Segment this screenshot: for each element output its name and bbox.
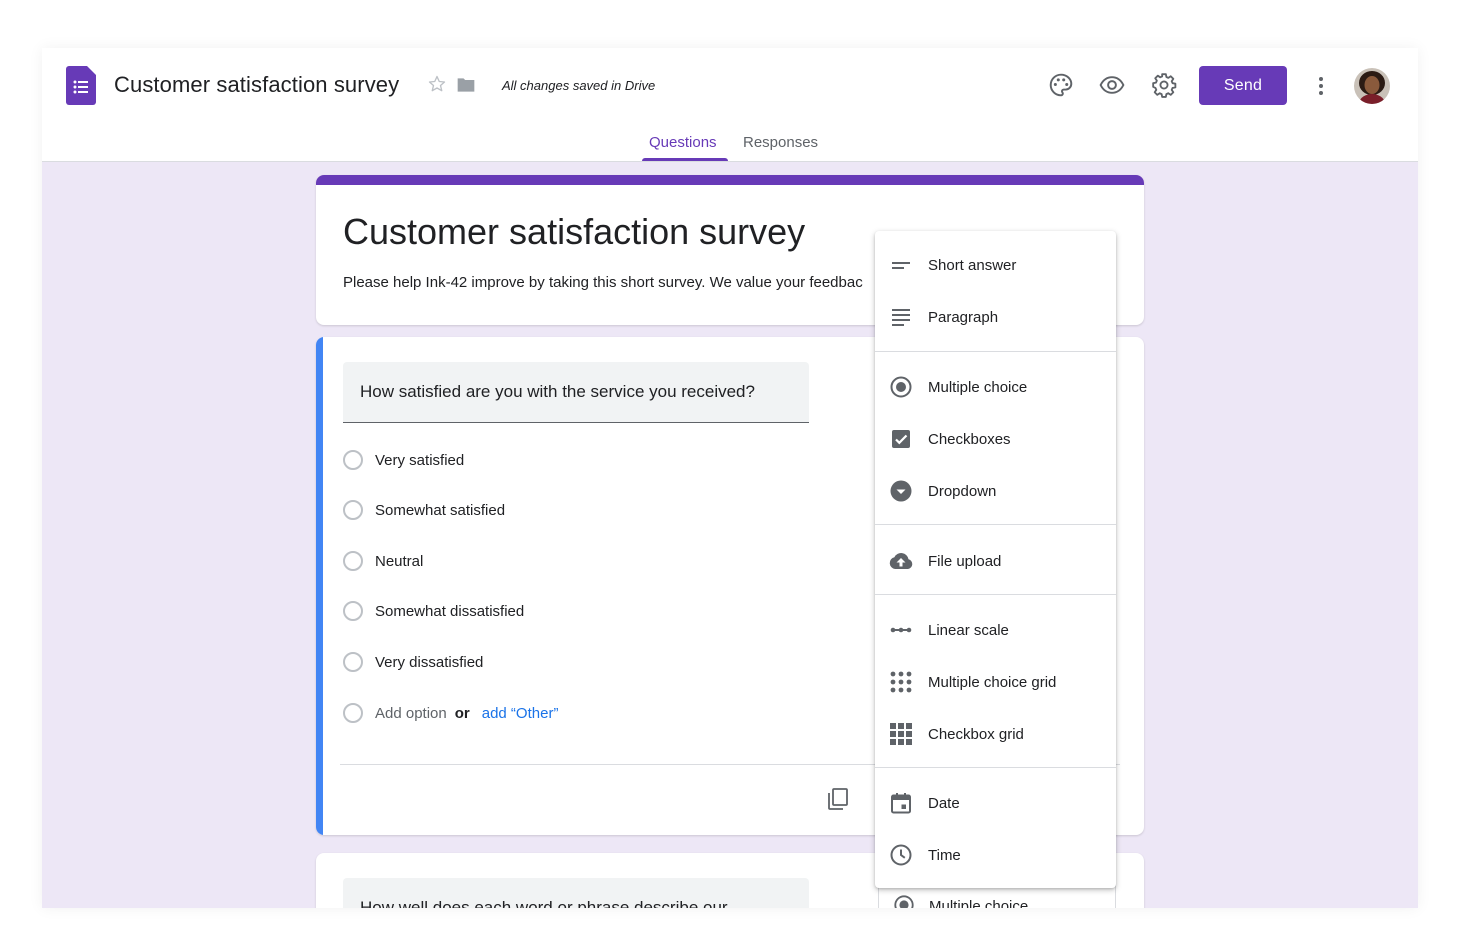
add-option-input[interactable]: Add option bbox=[375, 705, 447, 722]
forms-window: Customer satisfaction survey All changes… bbox=[42, 48, 1418, 908]
menu-item-label: Linear scale bbox=[928, 621, 1009, 639]
menu-divider bbox=[875, 351, 1116, 352]
paragraph-icon bbox=[892, 309, 910, 326]
tab-responses[interactable]: Responses bbox=[743, 134, 818, 151]
checkbox-icon bbox=[892, 430, 910, 448]
cloud-upload-icon bbox=[889, 553, 913, 569]
menu-divider bbox=[875, 594, 1116, 595]
radio-icon bbox=[343, 652, 363, 672]
option-row[interactable]: Somewhat satisfied bbox=[343, 498, 505, 522]
send-button[interactable]: Send bbox=[1199, 66, 1287, 105]
question-title-text: How well does each word or phrase descri… bbox=[360, 898, 728, 908]
menu-item-label: Multiple choice grid bbox=[928, 673, 1057, 691]
form-title[interactable]: Customer satisfaction survey bbox=[343, 211, 805, 253]
menu-item-label: Date bbox=[928, 794, 960, 812]
menu-item-checkbox-grid[interactable]: Checkbox grid bbox=[875, 712, 1116, 756]
title-card-accent bbox=[316, 175, 1144, 185]
menu-item-time[interactable]: Time bbox=[875, 833, 1116, 877]
radio-checked-icon bbox=[894, 895, 914, 908]
menu-item-short-answer[interactable]: Short answer bbox=[875, 243, 1116, 287]
top-bar: Customer satisfaction survey All changes… bbox=[42, 48, 1418, 162]
option-row[interactable]: Somewhat dissatisfied bbox=[343, 599, 524, 623]
square-grid-icon bbox=[890, 723, 912, 745]
clock-icon bbox=[890, 844, 912, 866]
dot-grid-icon bbox=[890, 671, 912, 693]
radio-icon bbox=[890, 376, 912, 398]
question-type-label: Multiple choice bbox=[929, 898, 1029, 908]
option-row[interactable]: Very dissatisfied bbox=[343, 650, 483, 674]
question-title-field[interactable]: How satisfied are you with the service y… bbox=[343, 362, 809, 423]
question-title-field[interactable]: How well does each word or phrase descri… bbox=[343, 878, 809, 908]
menu-item-linear-scale[interactable]: Linear scale bbox=[875, 608, 1116, 652]
menu-divider bbox=[875, 524, 1116, 525]
preview-eye-icon[interactable] bbox=[1099, 72, 1125, 98]
menu-item-dropdown[interactable]: Dropdown bbox=[875, 469, 1116, 513]
active-question-indicator bbox=[316, 337, 323, 835]
star-icon[interactable] bbox=[427, 74, 447, 94]
question-type-menu: Short answer Paragraph Multiple choice C… bbox=[875, 231, 1116, 888]
option-label[interactable]: Somewhat satisfied bbox=[375, 502, 505, 519]
menu-item-checkboxes[interactable]: Checkboxes bbox=[875, 417, 1116, 461]
menu-item-multiple-choice-grid[interactable]: Multiple choice grid bbox=[875, 660, 1116, 704]
user-avatar[interactable] bbox=[1354, 68, 1390, 104]
more-vert-icon[interactable] bbox=[1309, 74, 1333, 98]
or-label: or bbox=[454, 704, 470, 722]
form-description[interactable]: Please help Ink-42 improve by taking thi… bbox=[343, 274, 863, 291]
option-label[interactable]: Neutral bbox=[375, 553, 423, 570]
linear-scale-icon bbox=[890, 627, 912, 633]
radio-icon bbox=[343, 450, 363, 470]
save-status: All changes saved in Drive bbox=[502, 78, 656, 93]
radio-icon bbox=[343, 703, 363, 723]
option-row[interactable]: Very satisfied bbox=[343, 448, 464, 472]
menu-item-date[interactable]: Date bbox=[875, 781, 1116, 825]
option-label[interactable]: Somewhat dissatisfied bbox=[375, 603, 524, 620]
settings-gear-icon[interactable] bbox=[1151, 72, 1177, 98]
duplicate-icon[interactable] bbox=[826, 787, 850, 811]
folder-icon[interactable] bbox=[456, 76, 476, 94]
dropdown-icon bbox=[890, 480, 912, 502]
radio-icon bbox=[343, 601, 363, 621]
menu-item-file-upload[interactable]: File upload bbox=[875, 539, 1116, 583]
radio-icon bbox=[343, 500, 363, 520]
add-option-row: Add option or add “Other” bbox=[343, 701, 558, 725]
option-row[interactable]: Neutral bbox=[343, 549, 423, 573]
menu-item-label: Paragraph bbox=[928, 308, 999, 326]
menu-item-multiple-choice[interactable]: Multiple choice bbox=[875, 365, 1116, 409]
menu-divider bbox=[875, 767, 1116, 768]
option-label[interactable]: Very satisfied bbox=[375, 452, 464, 469]
short-answer-icon bbox=[892, 262, 910, 269]
document-title[interactable]: Customer satisfaction survey bbox=[114, 72, 399, 98]
menu-item-label: Dropdown bbox=[928, 482, 997, 500]
palette-icon[interactable] bbox=[1048, 72, 1074, 98]
tab-questions[interactable]: Questions bbox=[649, 134, 717, 151]
menu-item-label: Short answer bbox=[928, 256, 1017, 274]
menu-item-label: Checkbox grid bbox=[928, 725, 1024, 743]
question-title-text: How satisfied are you with the service y… bbox=[360, 382, 755, 401]
menu-item-label: File upload bbox=[928, 552, 1002, 570]
menu-item-label: Checkboxes bbox=[928, 430, 1011, 448]
forms-app-icon[interactable] bbox=[66, 66, 96, 105]
radio-icon bbox=[343, 551, 363, 571]
add-other-link[interactable]: add “Other” bbox=[482, 705, 559, 722]
active-tab-indicator bbox=[642, 158, 728, 161]
option-label[interactable]: Very dissatisfied bbox=[375, 654, 483, 671]
menu-item-label: Time bbox=[928, 846, 961, 864]
menu-item-paragraph[interactable]: Paragraph bbox=[875, 295, 1116, 339]
menu-item-label: Multiple choice bbox=[928, 378, 1028, 396]
calendar-icon bbox=[891, 793, 911, 814]
